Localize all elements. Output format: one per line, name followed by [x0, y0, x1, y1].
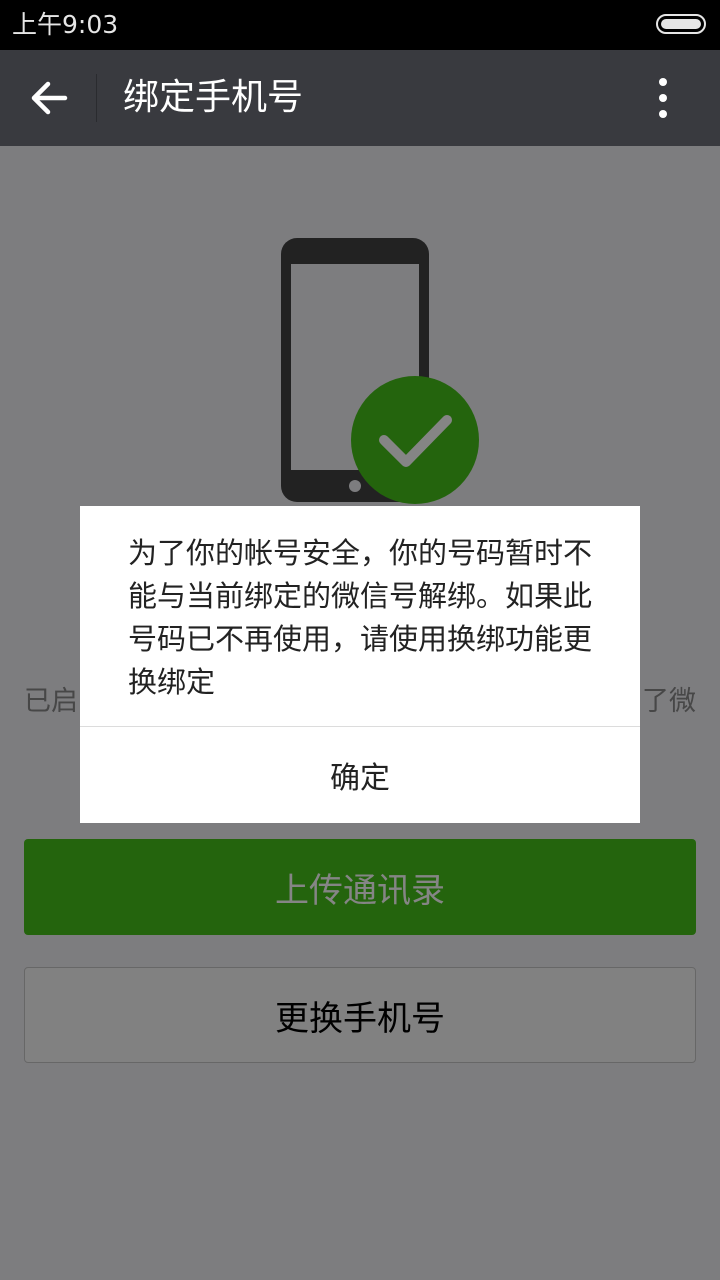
confirm-button[interactable]: 确定 [80, 727, 640, 823]
status-time: 上午9:03 [12, 10, 119, 39]
more-vertical-icon [659, 78, 667, 118]
back-button[interactable] [20, 68, 80, 128]
battery-icon [656, 14, 706, 34]
alert-dialog: 为了你的帐号安全，你的号码暂时不能与当前绑定的微信号解绑。如果此号码已不再使用，… [80, 506, 640, 823]
more-options-button[interactable] [640, 68, 686, 128]
title-bar: 绑定手机号 [0, 50, 720, 146]
page-title: 绑定手机号 [123, 77, 304, 118]
status-bar: 上午9:03 [0, 0, 720, 50]
title-divider [96, 74, 97, 122]
battery-level [661, 19, 701, 29]
arrow-left-icon [31, 81, 68, 115]
dialog-message: 为了你的帐号安全，你的号码暂时不能与当前绑定的微信号解绑。如果此号码已不再使用，… [128, 536, 593, 699]
